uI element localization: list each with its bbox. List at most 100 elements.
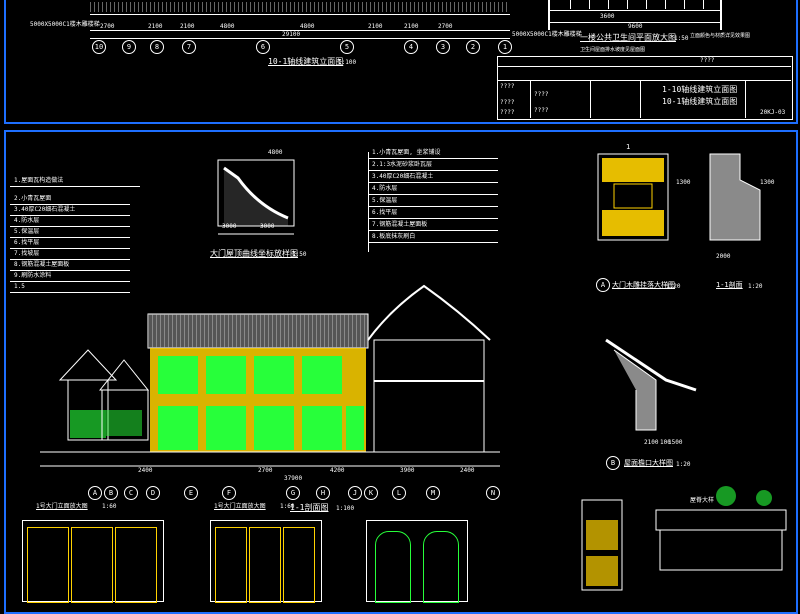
top-dim-value: 2100 [404,23,419,30]
section-dim-value: 2400 [138,467,153,474]
grid-letter-bubble: J [348,486,362,500]
section-dim-value: 2700 [258,467,273,474]
axis-bubble: 8 [150,40,164,54]
ridge-label: 屋脊大样 [690,497,715,504]
toilet-wall-left [548,0,550,30]
roof-curve-diagram [217,159,295,235]
door-1-title: 1号大门立面放大图 [36,503,88,510]
section-total: 37900 [284,475,303,482]
toilet-dim-3600: 3600 [600,13,615,20]
detail-3-scale: 1:20 [748,283,763,290]
title-block-name-1: 1-10轴线建筑立面图 [662,85,738,94]
toilet-grid [552,0,718,9]
curve-dim-1: 3000 [222,223,237,230]
note-underline [10,204,130,205]
title-block-v2 [640,80,641,118]
top-dim-value: 4800 [220,23,235,30]
note-item: 4.防水层 [14,217,40,224]
note-item: 3.40厚C20细石混凝土 [14,206,76,213]
top-dim-total: 29100 [282,31,301,38]
grid-letter-bubble: F [222,486,236,500]
title-block-h1 [497,66,791,67]
section-scale: 1:100 [336,505,355,512]
right-note: 5000X5000C1楼木雕楼梯 [512,31,582,38]
notes-title: 1.屋面瓦构造做法 [14,177,64,184]
axis-bubble: 9 [122,40,136,54]
roof-note-underline [368,182,498,183]
right-note-2: 立面颜色与材质详见效果图 [690,33,751,39]
detail-2-dim: 1300 [760,179,775,186]
axis-bubble: 4 [404,40,418,54]
section-dim-value: 3900 [400,467,415,474]
title-block-h2 [497,80,791,81]
title-block-cell: ???? [534,91,549,98]
note-item: 8.钢筋混凝土屋面板 [14,261,70,268]
roof-notes-frame [368,152,369,252]
note-underline [10,248,130,249]
roof-note-item: 7.钢筋混凝土屋面板 [372,221,428,228]
roof-note-underline [368,170,498,171]
grid-letter-bubble: E [184,486,198,500]
curve-scale: 1:50 [292,251,307,258]
note-item: 1.5 [14,283,25,290]
elevation-scale: 1:100 [338,59,357,66]
note-item: 2.小青瓦屋面 [14,195,52,202]
curve-dim-2: 3000 [260,223,275,230]
toilet-note: 卫生间屋面排水坡度见屋面图 [580,47,646,53]
grid-letter-bubble: B [104,486,118,500]
detail-2-bubble: B [606,456,620,470]
note-item: 5.保温层 [14,228,40,235]
door-3 [366,520,468,603]
eave-detail-drawing [605,338,697,431]
detail-2-drawing [709,153,761,241]
title-block-cell: ???? [500,83,515,90]
detail-1-dim: 1300 [676,179,691,186]
detail-1-label: 1 [626,143,631,151]
top-dim-value: 2700 [100,23,115,30]
grid-letter-bubble: A [88,486,102,500]
detail-2-scale: 1:20 [676,461,691,468]
roof-note-underline [368,158,498,159]
detail-2-title: 屋面檐口大样图 [624,459,673,467]
toilet-wall-right [720,0,722,30]
detail-3-title: 1-1剖面 [716,281,743,289]
top-dim-value: 2700 [438,23,453,30]
top-dim-line [90,30,510,31]
note-underline [10,259,130,260]
top-dim-value: 4800 [300,23,315,30]
note-underline [10,237,130,238]
detail-1-drawing [597,153,669,241]
title-block-v1 [590,80,591,118]
roof-note-underline [368,218,498,219]
grid-letter-bubble: C [124,486,138,500]
notes-frame-top [10,186,140,187]
roof-note-item: 6.找平层 [372,209,398,216]
title-block-v4 [530,80,531,118]
roof-note-item: 5.保温层 [372,197,398,204]
axis-bubble: 6 [256,40,270,54]
main-building-elevation [40,284,500,467]
eave-dim-2100: 2100 [644,439,659,446]
axis-bubble: 5 [340,40,354,54]
top-dim-value: 2100 [180,23,195,30]
left-note: 5000X5000C1楼木雕楼梯 [30,21,100,28]
roof-note-underline [368,230,498,231]
title-block-cell: ???? [500,109,515,116]
title-block-cell: ???? [500,99,515,106]
toilet-floor [548,10,722,11]
axis-bubble: 7 [182,40,196,54]
door-1-scale: 1:60 [102,503,117,510]
door-1 [22,520,164,603]
toilet-scale: 1:50 [674,35,689,42]
grid-letter-bubble: H [316,486,330,500]
grid-letter-bubble: M [426,486,440,500]
door-2 [210,520,322,603]
axis-bubble: 1 [498,40,512,54]
section-dim-value: 4200 [330,467,345,474]
top-elevation-hatch [90,2,510,12]
toilet-title: 一楼公共卫生间平面放大图 [580,33,676,42]
door-2-title: 1号大门立面放大图 [214,503,266,510]
detail-1-scale: 1:20 [666,283,681,290]
axis-bubble: 10 [92,40,106,54]
bottom-dim-100: 100 [660,439,671,446]
